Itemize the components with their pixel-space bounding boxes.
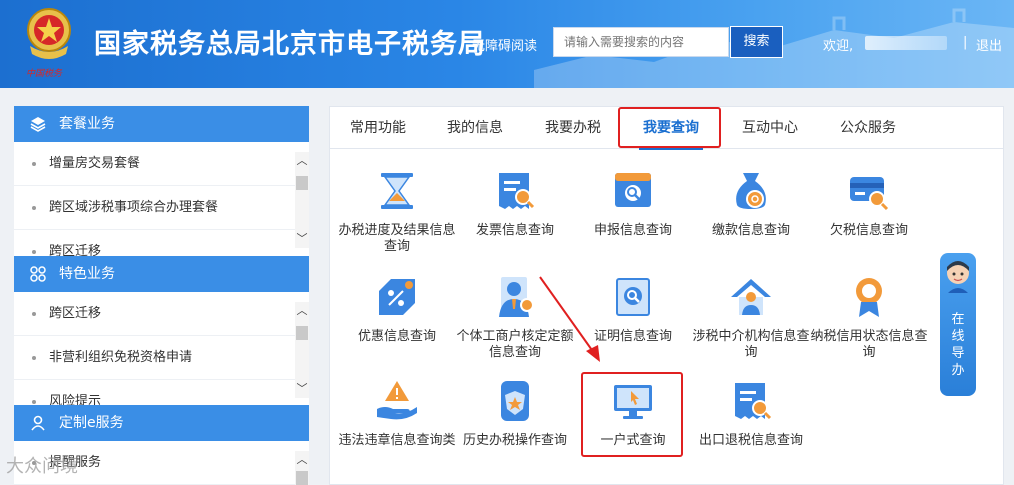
- list-item[interactable]: 风险提示: [14, 380, 309, 405]
- bullet-icon: [32, 400, 36, 404]
- online-guide-label: 在线导办: [951, 312, 965, 378]
- grid-item-declaration-query[interactable]: 申报信息查询: [574, 169, 692, 249]
- grid-item-label: 违法违章信息查询类: [338, 433, 456, 448]
- grid-item-label: 出口退税信息查询: [698, 433, 803, 448]
- section-title: 特色业务: [59, 266, 115, 282]
- grid-item-label: 发票信息查询: [475, 223, 554, 238]
- grid-item-violation-query[interactable]: 违法违章信息查询类: [338, 379, 456, 469]
- sidebar-section-custom[interactable]: 定制e服务: [14, 405, 309, 441]
- emblem-caption: 中国税务: [26, 69, 63, 79]
- accessibility-link[interactable]: 无障碍阅读: [472, 35, 537, 54]
- online-guide-button[interactable]: 在线导办: [940, 253, 976, 396]
- scroll-down-icon[interactable]: ﹀: [295, 232, 309, 246]
- sidebar-list-feature: 跨区迁移 非营利组织免税资格申请 风险提示: [14, 292, 309, 405]
- grid-item-payment-query[interactable]: 缴款信息查询: [692, 169, 810, 249]
- sidebar-section-package[interactable]: 套餐业务: [14, 106, 309, 142]
- scrollbar[interactable]: ︿: [295, 451, 309, 485]
- bullet-icon: [32, 162, 36, 166]
- discount-tag-icon: [379, 279, 415, 315]
- grid-item-label: 欠税信息查询: [829, 223, 908, 238]
- list-item-label: 增量房交易套餐: [49, 156, 141, 171]
- certificate-search-icon: [616, 278, 650, 316]
- scroll-up-icon[interactable]: ︿: [295, 453, 309, 467]
- tab-my-info[interactable]: 我的信息: [447, 107, 503, 149]
- list-item[interactable]: 增量房交易套餐: [14, 142, 309, 186]
- site-title: 国家税务总局北京市电子税务局: [94, 29, 486, 60]
- sidebar-section-feature[interactable]: 特色业务: [14, 256, 309, 292]
- tab-public-service[interactable]: 公众服务: [840, 107, 896, 149]
- scrollbar[interactable]: ︿ ﹀: [295, 302, 309, 398]
- scroll-thumb[interactable]: [296, 176, 308, 190]
- list-item-label: 风险提示: [49, 394, 102, 405]
- grid-item-label: 历史办税操作查询: [462, 433, 567, 448]
- layers-icon: [30, 117, 46, 132]
- hourglass-icon: [381, 173, 413, 209]
- sidebar-list-package: 增量房交易套餐 跨区域涉税事项综合办理套餐 跨区迁移: [14, 142, 309, 256]
- grid-item-label: 办税进度及结果信息查询: [338, 223, 456, 254]
- assistant-avatar-icon: [947, 261, 969, 293]
- watermark: 大众问境: [6, 456, 78, 477]
- grid-icon: [30, 266, 46, 282]
- list-item[interactable]: 跨区迁移: [14, 292, 309, 336]
- bullet-icon: [32, 250, 36, 254]
- scroll-up-icon[interactable]: ︿: [295, 154, 309, 168]
- grid-item-progress-query[interactable]: 办税进度及结果信息查询: [338, 169, 456, 259]
- invoice-search-icon: [499, 173, 535, 209]
- logout-link[interactable]: 退出: [976, 35, 1002, 54]
- money-bag-icon: [736, 173, 766, 209]
- grid-item-label: 缴款信息查询: [711, 223, 790, 238]
- grid-item-invoice-query[interactable]: 发票信息查询: [456, 169, 574, 249]
- tab-tax-handling[interactable]: 我要办税: [545, 107, 601, 149]
- credit-medal-icon: [856, 278, 882, 317]
- list-item-label: 非营利组织免税资格申请: [49, 350, 193, 365]
- site-header: 中国税务 国家税务总局北京市电子税务局 无障碍阅读 搜索 欢迎, | 退出: [0, 0, 1014, 88]
- grid-item-label: 纳税信用状态信息查询: [810, 329, 928, 360]
- history-shield-icon: [501, 381, 529, 421]
- warning-hand-icon: [377, 381, 417, 420]
- tab-interaction[interactable]: 互动中心: [742, 107, 798, 149]
- search-input[interactable]: [553, 27, 729, 57]
- grid-item-export-refund-query[interactable]: 出口退税信息查询: [692, 379, 810, 469]
- bullet-icon: [32, 206, 36, 210]
- grid-item-history-query[interactable]: 历史办税操作查询: [456, 379, 574, 469]
- export-refund-icon: [735, 383, 772, 420]
- scroll-thumb[interactable]: [296, 471, 308, 485]
- highlight-box-item: [581, 372, 683, 457]
- header-separator: |: [963, 35, 968, 50]
- card-search-icon: [850, 177, 889, 211]
- bullet-icon: [32, 312, 36, 316]
- scroll-thumb[interactable]: [296, 326, 308, 340]
- section-title: 定制e服务: [59, 415, 124, 431]
- scroll-up-icon[interactable]: ︿: [295, 304, 309, 318]
- scroll-down-icon[interactable]: ﹀: [295, 382, 309, 396]
- grid-item-label: 优惠信息查询: [357, 329, 436, 344]
- grid-item-label: 申报信息查询: [593, 223, 672, 238]
- declaration-search-icon: [615, 173, 651, 207]
- masked-username: [865, 36, 947, 50]
- user-icon: [31, 415, 45, 431]
- agency-house-icon: [731, 279, 771, 315]
- list-item[interactable]: 跨区迁移: [14, 230, 309, 256]
- annotation-arrow-icon: [539, 276, 600, 362]
- tab-common[interactable]: 常用功能: [350, 107, 406, 149]
- list-item[interactable]: 非营利组织免税资格申请: [14, 336, 309, 380]
- grid-item-arrears-query[interactable]: 欠税信息查询: [810, 169, 928, 249]
- list-item-label: 跨区迁移: [49, 306, 102, 321]
- highlight-box-tab: [618, 107, 721, 148]
- welcome-text: 欢迎,: [823, 39, 854, 54]
- list-item-label: 跨区迁移: [49, 244, 102, 256]
- sidebar: 套餐业务 增量房交易套餐 跨区域涉税事项综合办理套餐 跨区迁移 ︿ ﹀ 特色业务…: [14, 106, 309, 485]
- list-item-label: 跨区域涉税事项综合办理套餐: [49, 200, 219, 215]
- search-button[interactable]: 搜索: [730, 26, 783, 58]
- grid-item-discount-query[interactable]: 优惠信息查询: [338, 275, 456, 355]
- scrollbar[interactable]: ︿ ﹀: [295, 152, 309, 248]
- grid-item-label: 涉税中介机构信息查询: [692, 329, 810, 360]
- query-panel: 常用功能 我的信息 我要办税 我要查询 互动中心 公众服务 办税进度及结果信息查…: [329, 106, 1004, 485]
- bullet-icon: [32, 356, 36, 360]
- grid-item-credit-query[interactable]: 纳税信用状态信息查询: [810, 275, 928, 365]
- section-title: 套餐业务: [59, 116, 115, 132]
- list-item[interactable]: 跨区域涉税事项综合办理套餐: [14, 186, 309, 230]
- grid-item-agency-query[interactable]: 涉税中介机构信息查询: [692, 275, 810, 365]
